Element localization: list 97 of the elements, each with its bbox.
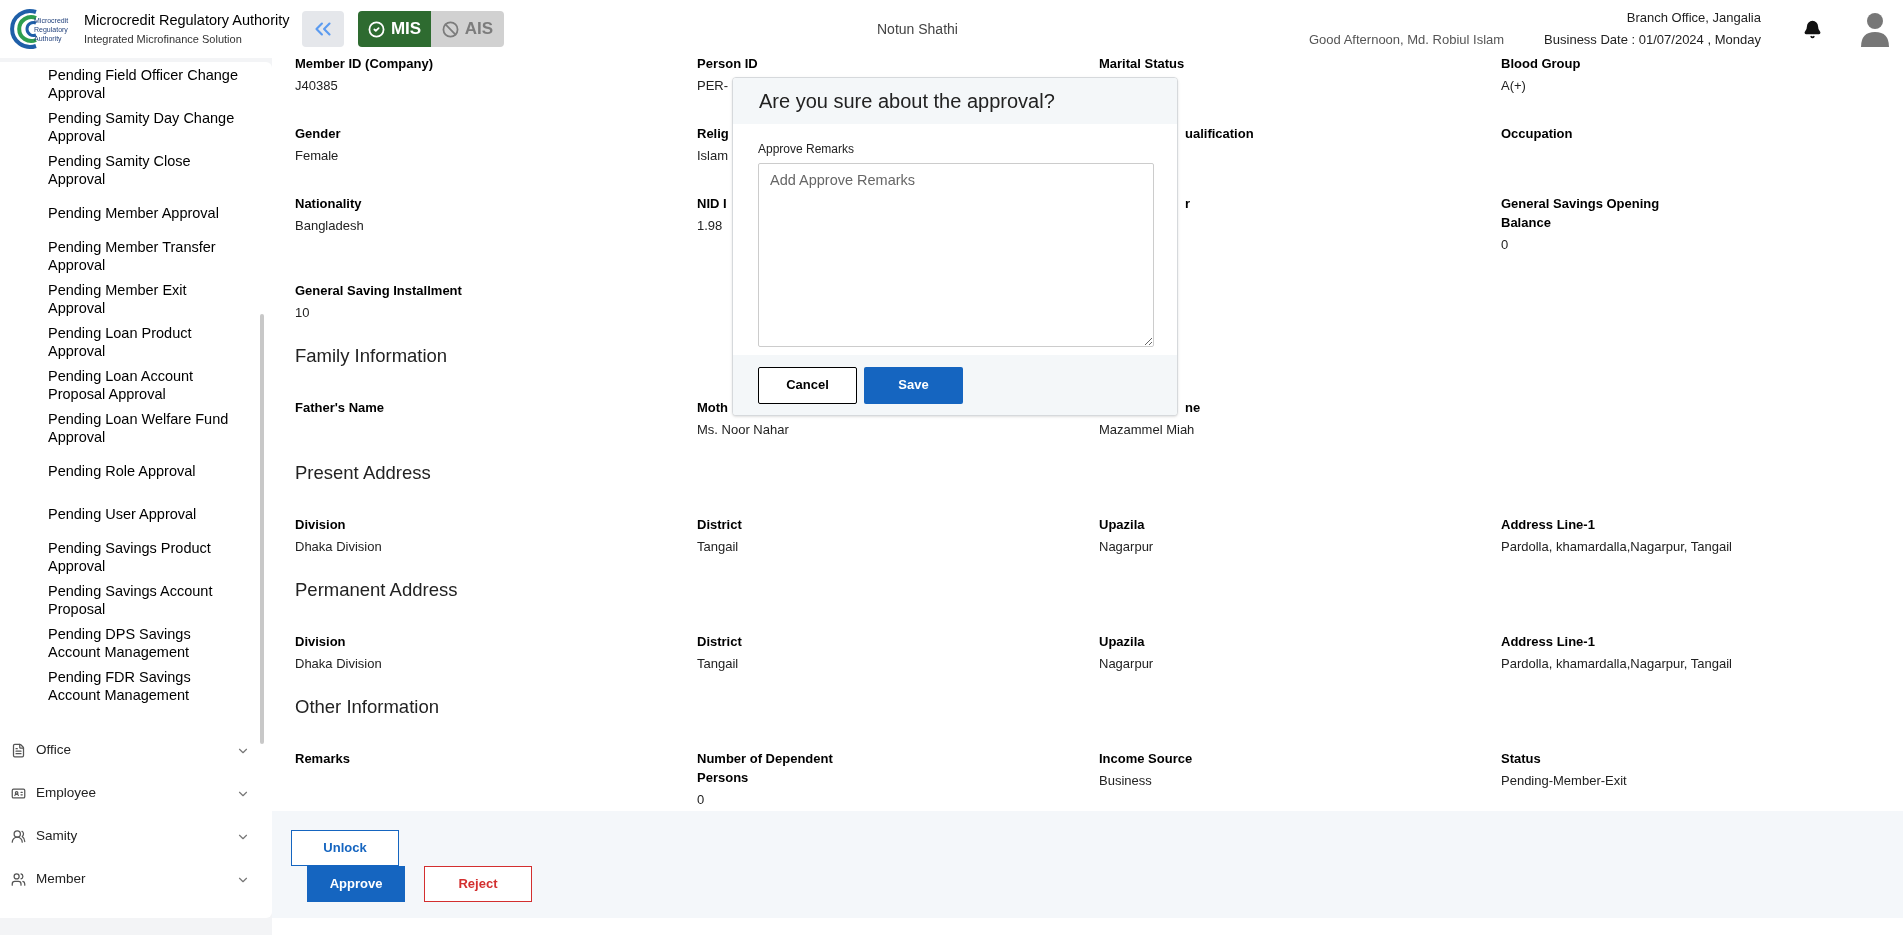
sidebar-menu[interactable]: Samity: [0, 815, 272, 858]
field-value: Nagarpur: [1099, 538, 1154, 556]
sidebar-item[interactable]: Pending Role Approval: [48, 461, 196, 480]
module-tab[interactable]: MIS: [358, 11, 431, 47]
field-value: Pending-Member-Exit: [1501, 772, 1627, 790]
field-label: NID I: [697, 195, 727, 213]
field-label: General Savings Opening Balance: [1501, 195, 1661, 232]
field-label: Address Line-1: [1501, 516, 1595, 534]
field-label: Division: [295, 633, 346, 651]
reject-button[interactable]: Reject: [424, 866, 532, 902]
section-heading: Present Address: [295, 461, 432, 485]
field-label: Remarks: [295, 750, 350, 768]
approve-button[interactable]: Approve: [307, 866, 405, 902]
sidebar-item[interactable]: Pending Loan Account Proposal Approval: [48, 366, 246, 403]
field-value: Islam: [697, 147, 729, 165]
field-value: Pardolla, khamardalla,Nagarpur, Tangail: [1501, 655, 1732, 673]
sidebar-item[interactable]: Pending Savings Account Proposal: [48, 581, 246, 618]
sidebar-menu[interactable]: Office: [0, 729, 272, 772]
field-value: PER-: [697, 77, 729, 95]
sidebar-item[interactable]: Pending Member Approval: [48, 203, 219, 222]
field-value: Ms. Noor Nahar: [697, 421, 789, 439]
field-value: Dhaka Division: [295, 655, 382, 673]
field-label: Nationality: [295, 195, 362, 213]
app-title: Microcredit Regulatory Authority: [84, 11, 290, 30]
sidebar-item[interactable]: Pending User Approval: [48, 504, 197, 523]
business-date: Business Date : 01/07/2024 , Monday: [1544, 31, 1761, 49]
field-value: Nagarpur: [1099, 655, 1154, 673]
section-heading: Family Information: [295, 344, 449, 368]
field-label: Status: [1501, 750, 1541, 768]
field-label: District: [697, 633, 742, 651]
sidebar-item[interactable]: Pending Loan Welfare Fund Approval: [48, 409, 246, 446]
sidebar-menu[interactable]: Employee: [0, 772, 272, 815]
field-label: Division: [295, 516, 346, 534]
field-label: ne: [1185, 399, 1201, 417]
field-label: Blood Group: [1501, 55, 1581, 73]
field-value: Business: [1099, 772, 1152, 790]
sidebar-item[interactable]: Pending Samity Day Change Approval: [48, 108, 246, 145]
branch-name: Branch Office, Jangalia: [1626, 9, 1761, 27]
organization-name: Notun Shathi: [877, 19, 959, 39]
field-value: Tangail: [697, 538, 739, 556]
field-label: Person ID: [697, 55, 758, 73]
cancel-button[interactable]: Cancel: [758, 366, 857, 404]
field-value: Mazammel Miah: [1099, 421, 1195, 439]
field-label: ualification: [1185, 125, 1254, 143]
section-heading: Other Information: [295, 695, 440, 719]
check-circle-icon: [367, 20, 385, 38]
section-heading: Permanent Address: [295, 578, 459, 602]
field-label: Income Source: [1099, 750, 1193, 768]
field-value: 0: [1501, 236, 1509, 254]
prohibited-icon: [441, 20, 459, 38]
field-label: Member ID (Company): [295, 55, 433, 73]
collapse-button[interactable]: [302, 11, 344, 47]
greeting-text: Good Afternoon, Md. Robiul Islam: [1309, 31, 1505, 50]
field-label: Address Line-1: [1501, 633, 1595, 651]
sidebar-item[interactable]: Pending Samity Close Approval: [48, 151, 246, 188]
group-icon: [11, 829, 26, 844]
field-value: Tangail: [697, 655, 739, 673]
sidebar-item[interactable]: Pending Savings Product Approval: [48, 538, 246, 575]
field-label: Number of Dependent Persons: [697, 750, 834, 787]
sidebar-item[interactable]: Pending Member Transfer Approval: [48, 237, 246, 274]
field-value: A(+): [1501, 77, 1526, 95]
field-value: 0: [697, 791, 705, 809]
field-value: J40385: [295, 77, 338, 95]
id-card-icon: [11, 786, 26, 801]
sidebar-item[interactable]: Pending Loan Product Approval: [48, 323, 246, 360]
sidebar-item[interactable]: Pending Member Exit Approval: [48, 280, 246, 317]
sidebar-item[interactable]: Pending Field Officer Change Approval: [48, 65, 246, 102]
field-label: Upazila: [1099, 516, 1145, 534]
field-label: Father's Name: [295, 399, 385, 417]
remarks-field[interactable]: Add Approve Remarks: [758, 163, 1154, 347]
field-label: Upazila: [1099, 633, 1145, 651]
field-value: Female: [295, 147, 339, 165]
field-label: District: [697, 516, 742, 534]
users-icon: [11, 872, 26, 887]
field-value: Dhaka Division: [295, 538, 382, 556]
field-label: Gender: [295, 125, 341, 143]
user-avatar-icon[interactable]: [1859, 11, 1890, 47]
field-value: 1.98: [697, 217, 723, 235]
field-label: General Saving Installment: [295, 282, 462, 300]
field-label: Marital Status: [1099, 55, 1185, 73]
sidebar-menu[interactable]: Member: [0, 858, 272, 901]
notification-bell-icon[interactable]: [1802, 19, 1822, 39]
field-label: r: [1185, 195, 1191, 213]
app-subtitle: Integrated Microfinance Solution: [84, 32, 243, 47]
field-label: Moth: [697, 399, 729, 417]
field-label: Relig: [697, 125, 729, 143]
field-value: Bangladesh: [295, 217, 364, 235]
field-label: Occupation: [1501, 125, 1573, 143]
field-label: Approve Remarks: [758, 141, 856, 157]
dialog-title: Are you sure about the approval?: [759, 89, 1055, 114]
field-value: 10: [295, 304, 310, 322]
document-icon: [11, 743, 26, 758]
sidebar-item[interactable]: Pending FDR Savings Account Management: [48, 667, 246, 704]
field-value: Pardolla, khamardalla,Nagarpur, Tangail: [1501, 538, 1732, 556]
save-button[interactable]: Save: [864, 366, 963, 404]
unlock-button[interactable]: Unlock: [291, 830, 399, 866]
sidebar-item[interactable]: Pending DPS Savings Account Management: [48, 624, 246, 661]
